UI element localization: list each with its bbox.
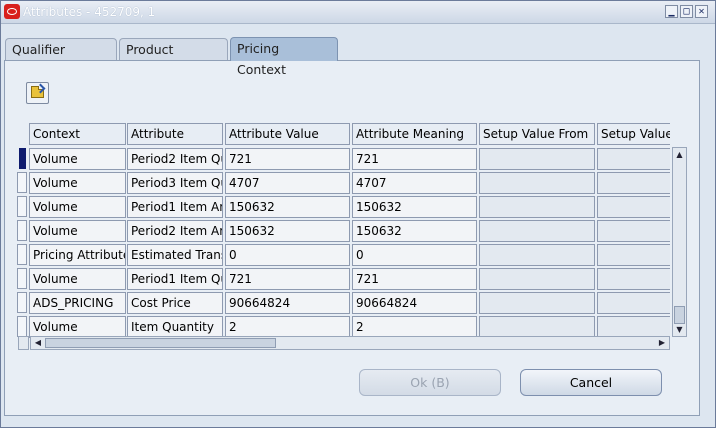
minimize-button[interactable]: ▁ [665, 5, 678, 18]
cell-attribute-meaning[interactable]: 721 [352, 268, 477, 290]
cell-context[interactable]: Volume [29, 172, 126, 194]
cell-attribute-value[interactable]: 721 [225, 148, 350, 170]
window-title: Attributes - 452709, 1 [23, 5, 156, 19]
close-button[interactable]: ✕ [695, 5, 708, 18]
cell-attribute[interactable]: Item Quantity [127, 316, 223, 338]
cell-attribute[interactable]: Cost Price [127, 292, 223, 314]
scroll-right-arrow-icon[interactable]: ▶ [656, 337, 668, 349]
tab-product-context[interactable]: Product Context [119, 38, 228, 78]
title-bar: Attributes - 452709, 1 ▁ □ ✕ [1, 1, 715, 24]
cancel-button[interactable]: Cancel [520, 369, 662, 396]
column-header-attribute-meaning[interactable]: Attribute Meaning [352, 123, 477, 145]
attributes-table: Context Attribute Attribute Value Attrib… [17, 123, 670, 338]
folder-open-icon [31, 86, 44, 98]
cell-setup-value-from[interactable] [479, 196, 595, 218]
cell-attribute[interactable]: Estimated Transaction [127, 244, 223, 266]
cell-attribute-value[interactable]: 150632 [225, 196, 350, 218]
cell-attribute-value[interactable]: 0 [225, 244, 350, 266]
cell-attribute[interactable]: Period2 Item Quantity [127, 148, 223, 170]
cell-attribute-meaning[interactable]: 721 [352, 148, 477, 170]
row-selector[interactable] [17, 196, 27, 217]
table-row[interactable]: ADS_PRICING Cost Price 90664824 90664824 [17, 291, 670, 315]
cell-context[interactable]: Volume [29, 220, 126, 242]
row-selector[interactable] [17, 220, 27, 241]
table-row[interactable]: Volume Item Quantity 2 2 [17, 315, 670, 338]
cell-attribute-meaning[interactable]: 150632 [352, 196, 477, 218]
cell-setup-value[interactable] [597, 316, 670, 338]
horizontal-scrollbar[interactable]: ◀ ▶ [30, 336, 670, 350]
cell-setup-value-from[interactable] [479, 316, 595, 338]
maximize-button[interactable]: □ [680, 5, 693, 18]
table-row[interactable]: Volume Period2 Item Quantity 721 721 [17, 147, 670, 171]
ok-button[interactable]: Ok (B) [359, 369, 501, 396]
cell-setup-value-from[interactable] [479, 148, 595, 170]
row-selector[interactable] [17, 316, 27, 337]
table-row[interactable]: Pricing Attributes Estimated Transaction… [17, 243, 670, 267]
cell-setup-value[interactable] [597, 196, 670, 218]
cell-attribute-value[interactable]: 90664824 [225, 292, 350, 314]
cell-context[interactable]: Volume [29, 148, 126, 170]
table-row[interactable]: Volume Period2 Item Amount 150632 150632 [17, 219, 670, 243]
cell-attribute-meaning[interactable]: 150632 [352, 220, 477, 242]
cell-attribute[interactable]: Period1 Item Quantity [127, 268, 223, 290]
scroll-left-arrow-icon[interactable]: ◀ [32, 337, 44, 349]
vertical-scrollbar[interactable]: ▲ ▼ [672, 147, 687, 337]
row-selector[interactable] [19, 148, 26, 169]
cell-attribute-meaning[interactable]: 2 [352, 316, 477, 338]
vertical-scroll-thumb[interactable] [674, 306, 685, 324]
column-header-context[interactable]: Context [29, 123, 126, 145]
tab-pricing-context[interactable]: Pricing Context [230, 37, 338, 77]
cell-attribute-meaning[interactable]: 0 [352, 244, 477, 266]
cell-attribute[interactable]: Period2 Item Amount [127, 220, 223, 242]
column-header-setup-value-from[interactable]: Setup Value From [479, 123, 595, 145]
cell-context[interactable]: Volume [29, 196, 126, 218]
cell-setup-value[interactable] [597, 148, 670, 170]
scroll-down-arrow-icon[interactable]: ▼ [674, 324, 685, 335]
cell-attribute-value[interactable]: 2 [225, 316, 350, 338]
cell-setup-value-from[interactable] [479, 292, 595, 314]
oracle-logo-icon [4, 4, 20, 19]
row-selector[interactable] [17, 244, 27, 265]
cell-setup-value[interactable] [597, 172, 670, 194]
cell-setup-value-from[interactable] [479, 172, 595, 194]
cell-attribute-meaning[interactable]: 4707 [352, 172, 477, 194]
cell-setup-value[interactable] [597, 244, 670, 266]
cell-context[interactable]: Volume [29, 316, 126, 338]
cell-attribute[interactable]: Period3 Item Quantity [127, 172, 223, 194]
cell-setup-value[interactable] [597, 268, 670, 290]
row-selector[interactable] [17, 292, 27, 313]
table-row[interactable]: Volume Period3 Item Quantity 4707 4707 [17, 171, 670, 195]
cell-setup-value[interactable] [597, 292, 670, 314]
table-row[interactable]: Volume Period1 Item Quantity 721 721 [17, 267, 670, 291]
table-row[interactable]: Volume Period1 Item Amount 150632 150632 [17, 195, 670, 219]
column-header-attribute-value[interactable]: Attribute Value [225, 123, 350, 145]
cell-setup-value-from[interactable] [479, 268, 595, 290]
cell-setup-value[interactable] [597, 220, 670, 242]
open-button[interactable] [26, 82, 49, 104]
cell-attribute-value[interactable]: 4707 [225, 172, 350, 194]
row-selector[interactable] [17, 172, 27, 193]
cell-context[interactable]: Volume [29, 268, 126, 290]
column-header-setup-value[interactable]: Setup Value [597, 123, 670, 145]
horizontal-scroll-thumb[interactable] [45, 338, 276, 348]
column-header-attribute[interactable]: Attribute [127, 123, 223, 145]
row-selector[interactable] [17, 268, 27, 289]
cell-attribute-value[interactable]: 150632 [225, 220, 350, 242]
cell-attribute-meaning[interactable]: 90664824 [352, 292, 477, 314]
scroll-corner [18, 336, 29, 350]
cell-setup-value-from[interactable] [479, 244, 595, 266]
cell-setup-value-from[interactable] [479, 220, 595, 242]
cell-context[interactable]: ADS_PRICING [29, 292, 126, 314]
scroll-up-arrow-icon[interactable]: ▲ [674, 149, 685, 160]
cell-context[interactable]: Pricing Attributes [29, 244, 126, 266]
tab-qualifier-context[interactable]: Qualifier Context [5, 38, 117, 78]
cell-attribute-value[interactable]: 721 [225, 268, 350, 290]
cell-attribute[interactable]: Period1 Item Amount [127, 196, 223, 218]
